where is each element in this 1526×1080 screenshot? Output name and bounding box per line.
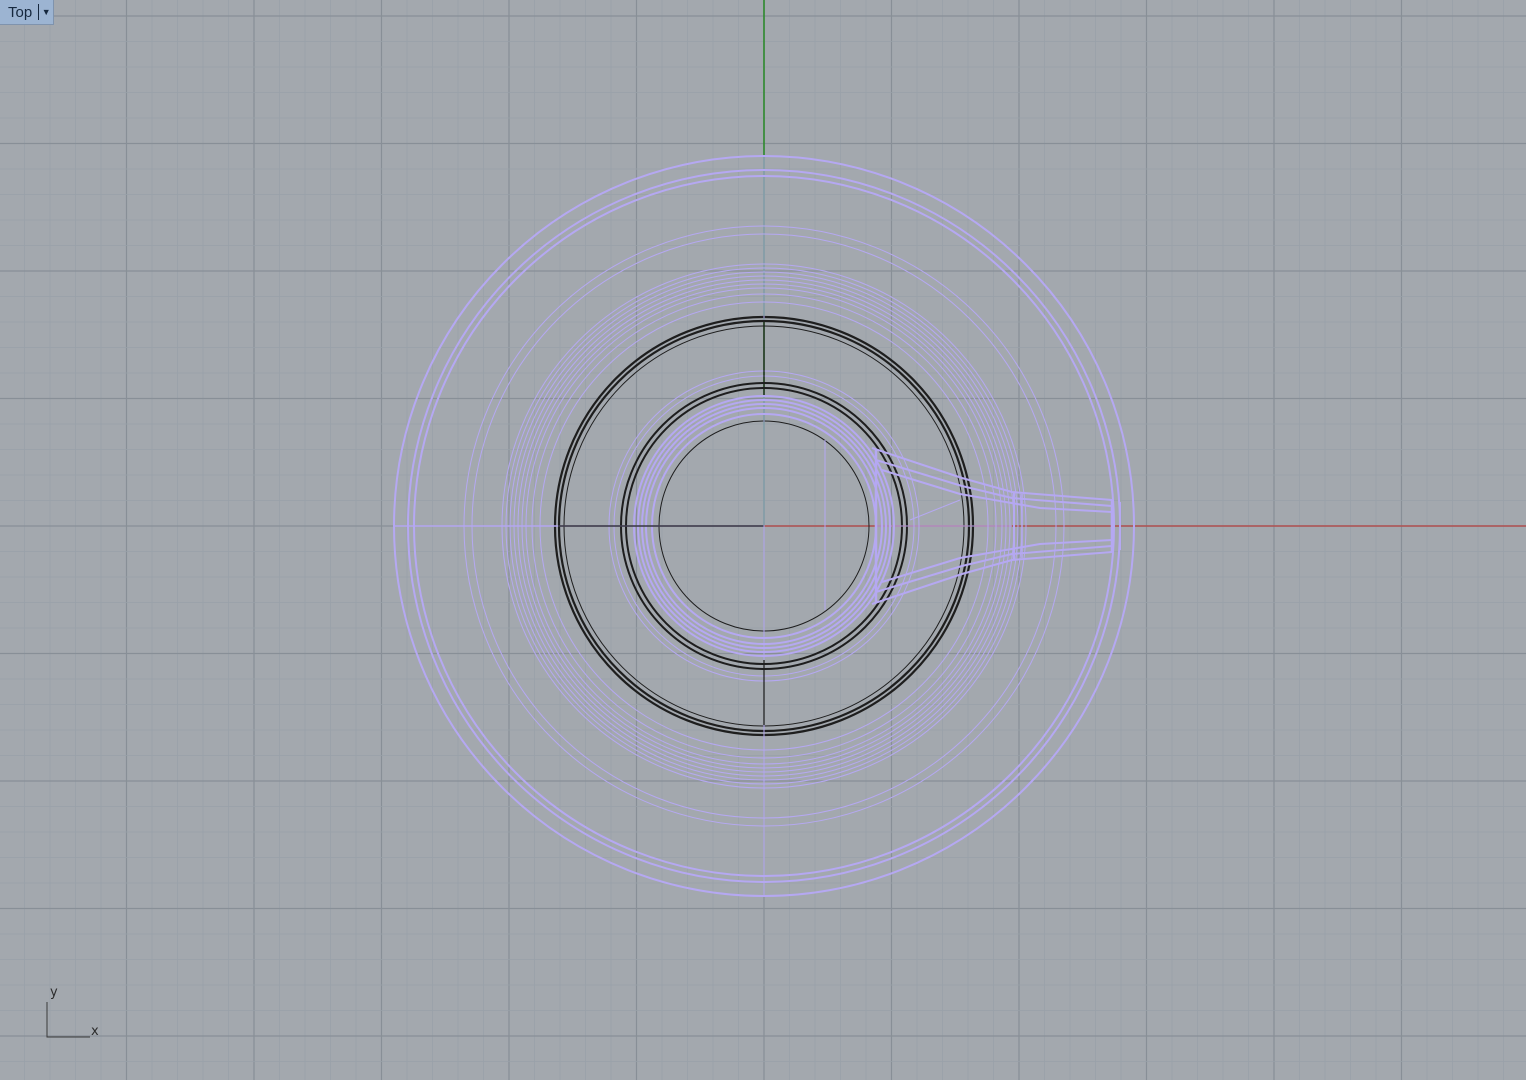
viewport-title-tab[interactable]: Top ▼ [0, 0, 55, 25]
viewport-name[interactable]: Top [0, 4, 38, 21]
triangle-down-icon[interactable]: ▼ [39, 0, 53, 24]
world-y-label: y [50, 985, 58, 1000]
model-geometry[interactable] [0, 0, 1526, 1080]
top-viewport[interactable]: Top ▼ y x [0, 0, 1526, 1080]
world-x-label: x [91, 1024, 99, 1039]
